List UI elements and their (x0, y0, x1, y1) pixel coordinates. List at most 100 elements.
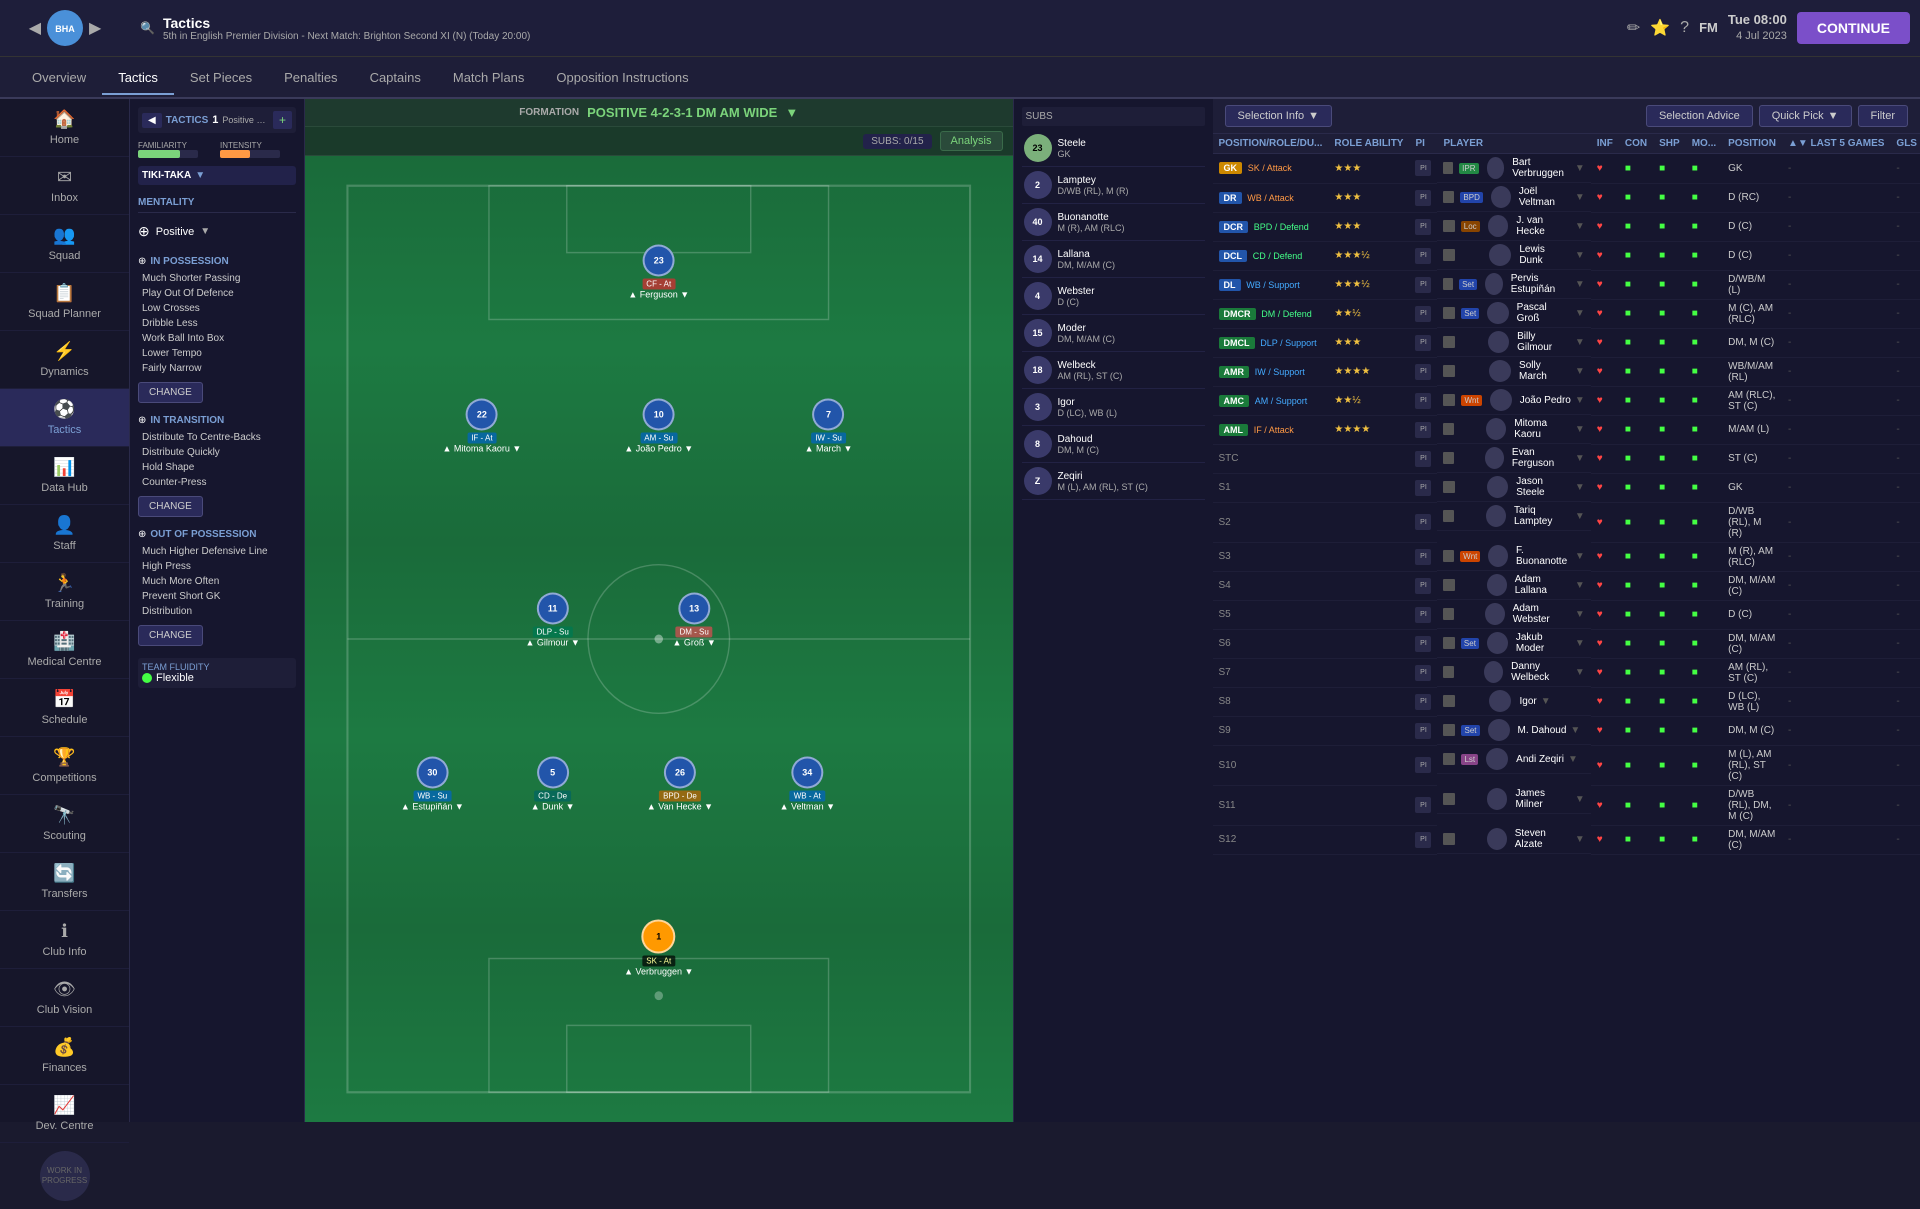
sub-player-dahoud[interactable]: 8 Dahoud DM, M (C) (1022, 426, 1205, 463)
tab-penalties[interactable]: Penalties (268, 62, 353, 95)
sub-player-igor[interactable]: 3 Igor D (LC), WB (L) (1022, 389, 1205, 426)
nav-fwd-button[interactable]: ▶ (89, 18, 101, 38)
player-iw[interactable]: 7 IW - Su ▲ March ▼ (805, 399, 853, 454)
table-row[interactable]: S8 PI Igor ▼ ♥ ■ ■ ■ D (LC), WB (L) - - … (1213, 687, 1920, 716)
player-am[interactable]: 10 AM - Su ▲ João Pedro ▼ (624, 399, 693, 454)
tab-opposition[interactable]: Opposition Instructions (540, 62, 704, 95)
sub-player-lallana[interactable]: 14 Lallana DM, M/AM (C) (1022, 241, 1205, 278)
sidebar-item-schedule[interactable]: 📅Schedule (0, 679, 129, 737)
player-dlp[interactable]: 11 DLP - Su ▲ Gilmour ▼ (525, 592, 579, 647)
player-cd[interactable]: 5 CD - De ▲ Dunk ▼ (531, 756, 575, 811)
sidebar-item-tactics[interactable]: ⚽Tactics (0, 389, 129, 447)
sub-player-zeqiri[interactable]: Z Zeqiri M (L), AM (RL), ST (C) (1022, 463, 1205, 500)
col-position[interactable]: POSITION/ROLE/DU... (1213, 134, 1329, 154)
player-bpd[interactable]: 26 BPD - De ▲ Van Hecke ▼ (647, 756, 713, 811)
sub-player-moder[interactable]: 15 Moder DM, M/AM (C) (1022, 315, 1205, 352)
table-row[interactable]: DR WB / Attack ★★★ PI BPD Joël Veltman ▼… (1213, 183, 1920, 212)
tab-match-plans[interactable]: Match Plans (437, 62, 541, 95)
sidebar-item-transfers[interactable]: 🔄Transfers (0, 853, 129, 911)
mentality-dropdown-icon[interactable]: ▼ (200, 226, 210, 237)
table-row[interactable]: S2 PI Tariq Lamptey ▼ ♥ ■ ■ ■ D/WB (RL),… (1213, 502, 1920, 542)
sidebar-item-home[interactable]: 🏠Home (0, 99, 129, 157)
table-row[interactable]: DMCL DLP / Support ★★★ PI Billy Gilmour … (1213, 328, 1920, 357)
filter-button[interactable]: Filter (1858, 105, 1908, 127)
table-row[interactable]: S7 PI Danny Welbeck ▼ ♥ ■ ■ ■ AM (RL), S… (1213, 658, 1920, 687)
sidebar-item-scouting[interactable]: 🔭Scouting (0, 795, 129, 853)
tab-overview[interactable]: Overview (16, 62, 102, 95)
table-row[interactable]: AMC AM / Support ★★½ PI Wnt João Pedro ▼… (1213, 386, 1920, 415)
analysis-button[interactable]: Analysis (940, 131, 1003, 151)
cell-last-games: - (1782, 502, 1890, 542)
col-gls[interactable]: GLS (1890, 134, 1920, 154)
help-icon[interactable]: ? (1680, 19, 1689, 37)
change-possession-button[interactable]: CHANGE (138, 382, 203, 403)
selection-info-button[interactable]: Selection Info ▼ (1225, 105, 1333, 127)
tactical-style[interactable]: TIKI-TAKA ▼ (138, 166, 296, 185)
table-row[interactable]: GK SK / Attack ★★★ PI IPR Bart Verbrugge… (1213, 154, 1920, 184)
player-cf[interactable]: 23 CF - At ▲ Ferguson ▼ (628, 244, 689, 299)
table-row[interactable]: S5 PI Adam Webster ▼ ♥ ■ ■ ■ D (C) - - - (1213, 600, 1920, 629)
quick-pick-button[interactable]: Quick Pick ▼ (1759, 105, 1852, 127)
col-player[interactable]: PLAYER (1437, 134, 1590, 154)
sidebar-item-squad-planner[interactable]: 📋Squad Planner (0, 273, 129, 331)
edit-icon[interactable]: ✏ (1627, 18, 1640, 38)
sidebar-item-training[interactable]: 🏃Training (0, 563, 129, 621)
sidebar-item-squad[interactable]: 👥Squad (0, 215, 129, 273)
col-last-games[interactable]: ▲▼ LAST 5 GAMES (1782, 134, 1890, 154)
sidebar-item-data-hub[interactable]: 📊Data Hub (0, 447, 129, 505)
sidebar-item-dynamics[interactable]: ⚡Dynamics (0, 331, 129, 389)
tab-captains[interactable]: Captains (354, 62, 437, 95)
sidebar-item-competitions[interactable]: 🏆Competitions (0, 737, 129, 795)
table-row[interactable]: S1 PI Jason Steele ▼ ♥ ■ ■ ■ GK - - - (1213, 473, 1920, 502)
table-row[interactable]: STC PI Evan Ferguson ▼ ♥ ■ ■ ■ ST (C) - … (1213, 444, 1920, 473)
sub-player-welbeck[interactable]: 18 Welbeck AM (RL), ST (C) (1022, 352, 1205, 389)
tab-player[interactable]: Tactics (102, 62, 174, 95)
add-tactic-button[interactable]: + (273, 111, 292, 129)
table-row[interactable]: DMCR DM / Defend ★★½ PI Set Pascal Groß … (1213, 299, 1920, 328)
table-row[interactable]: DL WB / Support ★★★½ PI Set Pervis Estup… (1213, 270, 1920, 299)
formation-dropdown-button[interactable]: ▼ (785, 105, 798, 120)
table-row[interactable]: S12 PI Steven Alzate ▼ ♥ ■ ■ ■ DM, M/AM … (1213, 825, 1920, 854)
sidebar-item-club-vision[interactable]: 👁Club Vision (0, 969, 129, 1027)
sub-player-webster[interactable]: 4 Webster D (C) (1022, 278, 1205, 315)
player-if[interactable]: 22 IF - At ▲ Mitoma Kaoru ▼ (442, 399, 521, 454)
table-row[interactable]: AMR IW / Support ★★★★ PI Solly March ▼ ♥… (1213, 357, 1920, 386)
table-row[interactable]: S9 PI Set M. Dahoud ▼ ♥ ■ ■ ■ DM, M (C) … (1213, 716, 1920, 745)
sidebar-item-inbox[interactable]: ✉Inbox (0, 157, 129, 215)
player-wb-l[interactable]: 30 WB - Su ▲ Estupiñán ▼ (401, 756, 464, 811)
col-con[interactable]: CON (1619, 134, 1653, 154)
continue-button[interactable]: CONTINUE (1797, 12, 1910, 44)
table-row[interactable]: S6 PI Set Jakub Moder ▼ ♥ ■ ■ ■ DM, M/AM… (1213, 629, 1920, 658)
sidebar-item-club-info[interactable]: ℹClub Info (0, 911, 129, 969)
table-row[interactable]: DCR BPD / Defend ★★★ PI Loc J. van Hecke… (1213, 212, 1920, 241)
sidebar-item-medical[interactable]: 🏥Medical Centre (0, 621, 129, 679)
sidebar-item-dev-centre[interactable]: 📈Dev. Centre (0, 1085, 129, 1143)
sub-player-steele[interactable]: 23 Steele GK (1022, 130, 1205, 167)
table-row[interactable]: AML IF / Attack ★★★★ PI Mitoma Kaoru ▼ ♥… (1213, 415, 1920, 444)
player-dm[interactable]: 13 DM - Su ▲ Groß ▼ (672, 592, 715, 647)
sub-player-buonanotte[interactable]: 40 Buonanotte M (R), AM (RLC) (1022, 204, 1205, 241)
selection-advice-button[interactable]: Selection Advice (1646, 105, 1753, 127)
back-tactics-button[interactable]: ◀ (142, 113, 162, 128)
nav-back-button[interactable]: ◀ (29, 18, 41, 38)
table-row[interactable]: S4 PI Adam Lallana ▼ ♥ ■ ■ ■ DM, M/AM (C… (1213, 571, 1920, 600)
sidebar-item-finances[interactable]: 💰Finances (0, 1027, 129, 1085)
col-position-detail[interactable]: POSITION (1722, 134, 1782, 154)
col-shp[interactable]: SHP (1653, 134, 1686, 154)
col-inf[interactable]: INF (1591, 134, 1619, 154)
col-pi[interactable]: PI (1409, 134, 1437, 154)
table-row[interactable]: S3 PI Wnt F. Buonanotte ▼ ♥ ■ ■ ■ M (R),… (1213, 542, 1920, 571)
table-row[interactable]: S10 PI Lst Andi Zeqiri ▼ ♥ ■ ■ ■ M (L), … (1213, 745, 1920, 785)
col-role-ability[interactable]: ROLE ABILITY (1328, 134, 1409, 154)
sub-player-lamptey[interactable]: 2 Lamptey D/WB (RL), M (R) (1022, 167, 1205, 204)
change-oop-button[interactable]: CHANGE (138, 625, 203, 646)
col-mo[interactable]: MO... (1686, 134, 1722, 154)
table-row[interactable]: S11 PI James Milner ▼ ♥ ■ ■ ■ D/WB (RL),… (1213, 785, 1920, 825)
tab-set-pieces[interactable]: Set Pieces (174, 62, 268, 95)
change-transition-button[interactable]: CHANGE (138, 496, 203, 517)
sidebar-item-staff[interactable]: 👤Staff (0, 505, 129, 563)
table-row[interactable]: DCL CD / Defend ★★★½ PI Lewis Dunk ▼ ♥ ■… (1213, 241, 1920, 270)
star-icon[interactable]: ⭐ (1650, 18, 1670, 38)
player-sk[interactable]: 1 SK - At ▲ Verbruggen ▼ (624, 920, 693, 977)
player-wb-r[interactable]: 34 WB - At ▲ Veltman ▼ (780, 756, 835, 811)
